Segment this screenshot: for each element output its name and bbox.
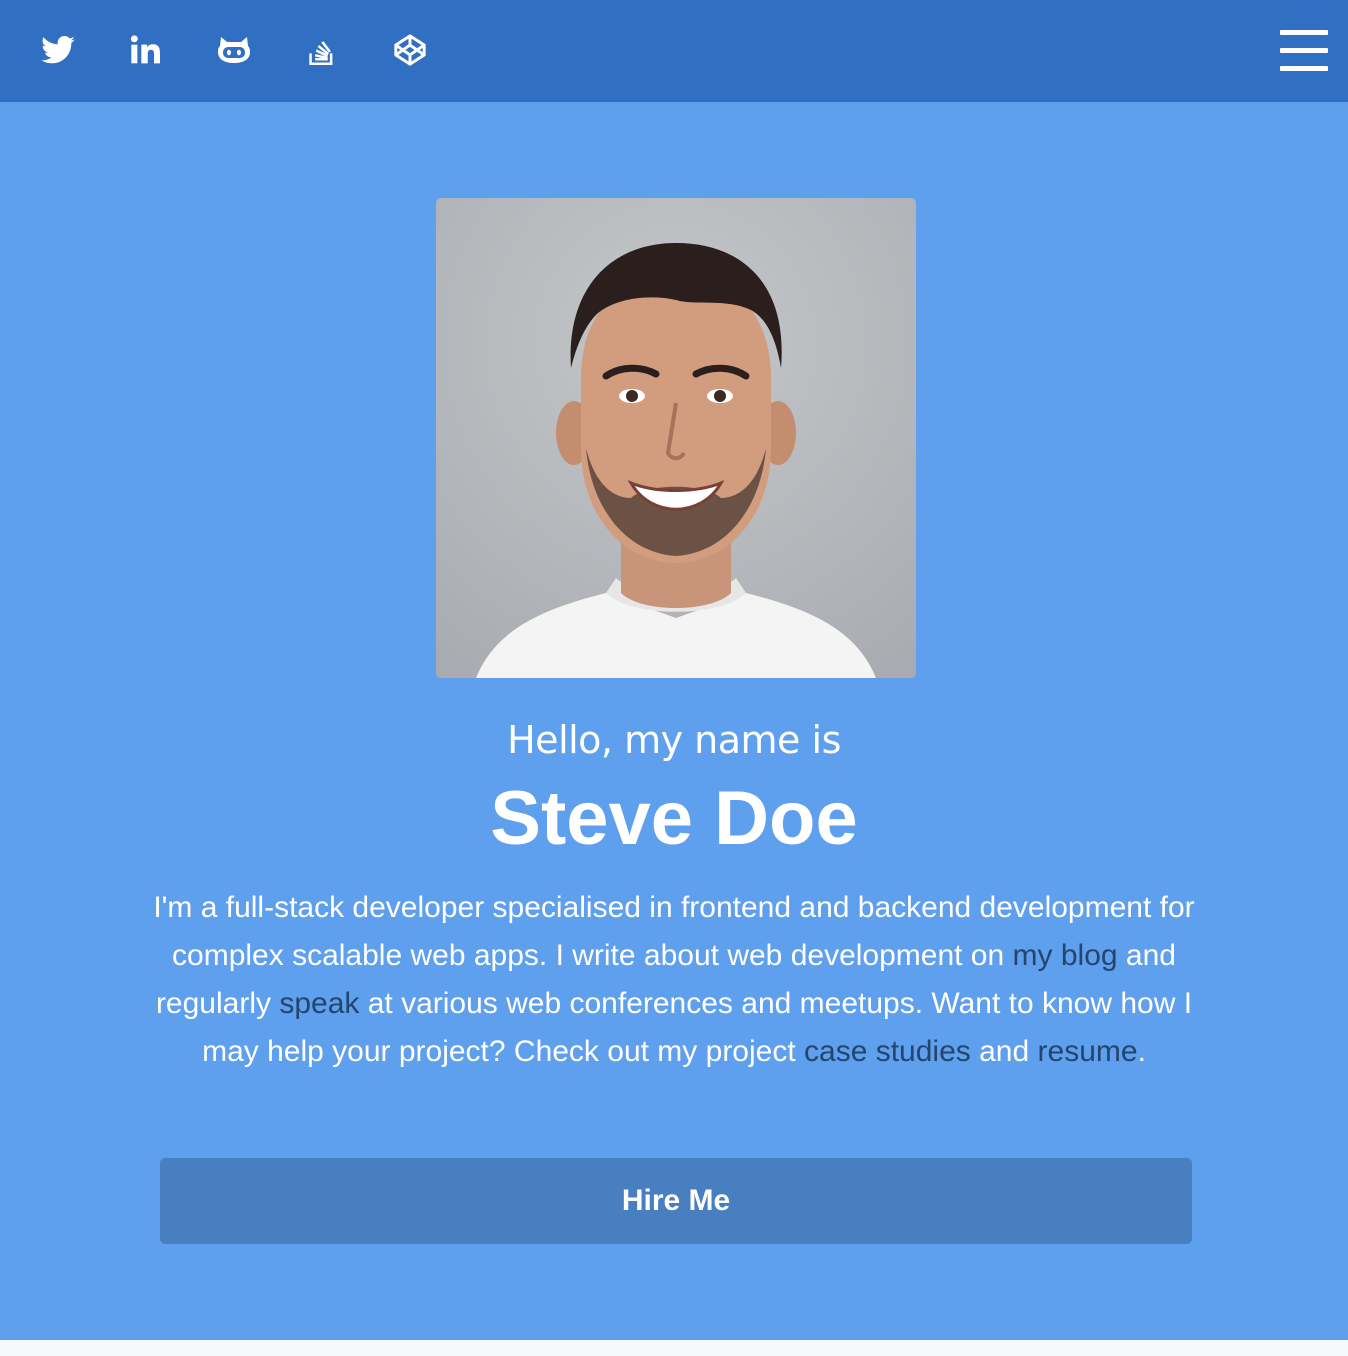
top-navbar (0, 0, 1348, 102)
hero-section: Hello, my name is Steve Doe I'm a full-s… (0, 102, 1348, 1340)
linkedin-icon (130, 35, 160, 64)
twitter-link[interactable] (30, 24, 86, 76)
codepen-link[interactable] (382, 24, 438, 76)
github-icon (218, 37, 250, 63)
page-title: Steve Doe (490, 776, 858, 861)
linkedin-link[interactable] (118, 24, 174, 76)
greeting-text: Hello, my name is (507, 718, 841, 762)
hire-me-button[interactable]: Hire Me (160, 1158, 1192, 1244)
codepen-icon (394, 34, 426, 66)
bio-paragraph: I'm a full-stack developer specialised i… (150, 884, 1198, 1076)
bio-text: . (1137, 1035, 1146, 1068)
case-studies-link[interactable]: case studies (804, 1035, 971, 1068)
portrait-illustration (476, 243, 876, 678)
profile-photo (436, 198, 916, 678)
stackoverflow-icon (309, 41, 333, 65)
resume-link[interactable]: resume (1038, 1035, 1138, 1068)
twitter-icon (41, 36, 75, 64)
github-link[interactable] (206, 24, 262, 76)
speaking-link[interactable]: speak (279, 987, 359, 1020)
hamburger-menu-icon[interactable] (1280, 28, 1328, 72)
stackoverflow-link[interactable] (294, 24, 350, 76)
blog-link[interactable]: my blog (1013, 939, 1118, 972)
bio-text: and (970, 1035, 1038, 1068)
